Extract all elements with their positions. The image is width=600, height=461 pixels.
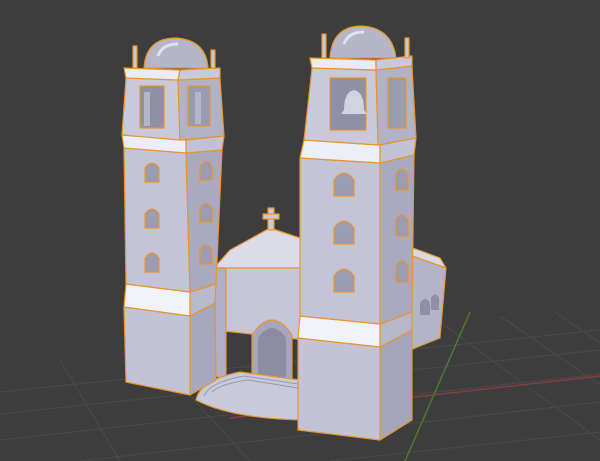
left-belfry-opening <box>139 85 165 129</box>
church-model[interactable] <box>121 25 447 441</box>
left-dome <box>143 37 209 69</box>
right-bell-tower[interactable] <box>297 25 417 441</box>
3d-viewport[interactable] <box>0 0 600 461</box>
central-facade[interactable] <box>213 207 307 386</box>
left-bell-tower[interactable] <box>121 37 225 396</box>
viewport-canvas[interactable] <box>0 0 600 461</box>
cross-ornament <box>262 207 280 231</box>
